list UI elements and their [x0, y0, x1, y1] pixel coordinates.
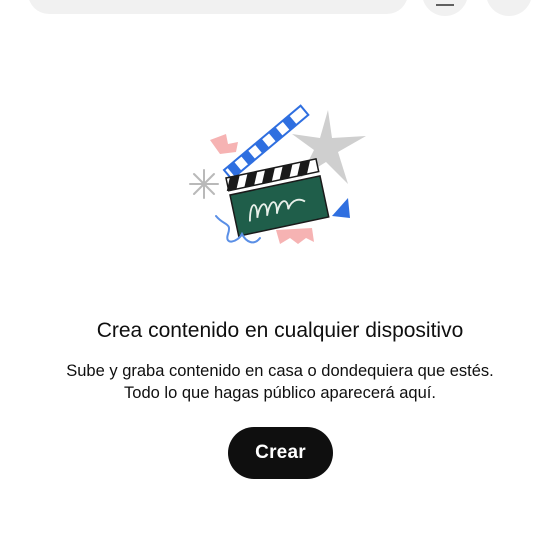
empty-content-screen: Crea contenido en cualquier dispositivo … — [0, 0, 560, 560]
empty-state-title: Crea contenido en cualquier dispositivo — [96, 319, 464, 342]
search-bar[interactable] — [28, 0, 408, 14]
sparkle-icon — [189, 169, 219, 199]
pink-shape-top — [210, 134, 238, 154]
description-line: Sube y graba contenido en casa o dondequ… — [66, 362, 494, 380]
description-line: Todo lo que hagas público aparecerá aquí… — [124, 384, 436, 402]
more-button[interactable] — [486, 0, 532, 16]
clapperboard-illustration — [189, 104, 366, 244]
blue-triangle — [332, 198, 350, 218]
empty-state-description: Sube y graba contenido en casa o dondequ… — [0, 360, 560, 404]
menu-button[interactable] — [422, 0, 468, 16]
menu-icon — [436, 4, 454, 6]
create-button[interactable]: Crear — [228, 427, 333, 479]
pink-shape-bottom — [276, 228, 314, 244]
